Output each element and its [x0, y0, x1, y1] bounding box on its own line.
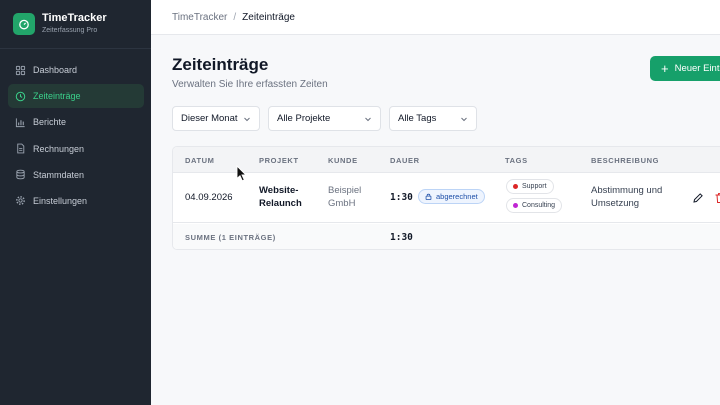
tags-filter-value: Alle Tags	[398, 113, 437, 124]
entry-project-line2: Relaunch	[259, 198, 302, 209]
table-footer: SUMME (1 EINTRÄGE) 1:30	[173, 224, 720, 249]
sidebar-item-berichte[interactable]: Berichte	[8, 110, 144, 134]
sidebar-item-zeiteintraege[interactable]: Zeiteinträge	[8, 84, 144, 109]
column-header-client[interactable]: KUNDE	[328, 156, 358, 165]
sidebar: TimeTracker Zeiterfassung Pro Dashboard …	[0, 0, 151, 405]
column-header-tags[interactable]: TAGS	[505, 156, 528, 165]
table-header: DATUM PROJEKT KUNDE DAUER TAGS BESCHREIB…	[173, 147, 720, 173]
sidebar-item-label: Berichte	[33, 117, 67, 128]
edit-pencil-icon[interactable]	[692, 192, 704, 204]
entry-client-line2: GmbH	[328, 198, 356, 209]
document-icon	[17, 143, 25, 154]
project-filter-select[interactable]: Alle Projekte	[268, 106, 381, 131]
entry-project-line1: Website-	[259, 185, 299, 196]
table-row[interactable]: 04.09.2026 Website- Relaunch Beispiel Gm…	[173, 173, 720, 223]
timer-logo-icon	[13, 12, 35, 35]
tag-label: Support	[522, 183, 547, 190]
new-entry-button[interactable]: + Neuer Eintr	[650, 56, 720, 81]
tag-consulting: Consulting	[506, 198, 563, 213]
bar-chart-icon	[15, 118, 25, 127]
breadcrumb-current: Zeiteinträge	[242, 11, 295, 23]
gear-icon	[16, 196, 25, 206]
entry-date: 04.09.2026	[185, 192, 233, 203]
sidebar-item-einstellungen[interactable]: Einstellungen	[8, 189, 144, 213]
brand[interactable]: TimeTracker Zeiterfassung Pro	[13, 12, 107, 35]
sidebar-item-stammdaten[interactable]: Stammdaten	[8, 163, 144, 187]
chevron-down-icon	[461, 117, 467, 121]
breadcrumb-separator: /	[233, 11, 237, 23]
breadcrumb-root-link[interactable]: TimeTracker	[172, 12, 227, 23]
dashboard-icon	[15, 65, 26, 75]
sidebar-item-label: Dashboard	[33, 65, 78, 75]
delete-trash-icon[interactable]	[714, 192, 720, 204]
tag-color-dot	[513, 203, 518, 208]
period-filter-value: Dieser Monat	[181, 113, 238, 124]
sidebar-nav: Dashboard Zeiteinträge Berichte Rechnung…	[8, 58, 144, 215]
project-filter-value: Alle Projekte	[277, 113, 331, 124]
mouse-cursor-icon	[236, 165, 248, 182]
period-filter-select[interactable]: Dieser Monat	[172, 106, 260, 131]
entry-description-line1: Abstimmung und	[591, 185, 663, 196]
new-entry-button-label: Neuer Eintr	[674, 63, 720, 74]
sidebar-item-label: Rechnungen	[33, 143, 85, 154]
sidebar-item-label: Stammdaten	[33, 169, 85, 180]
chevron-down-icon	[365, 117, 371, 121]
clock-icon	[15, 91, 26, 101]
time-entries-table: DATUM PROJEKT KUNDE DAUER TAGS BESCHREIB…	[172, 146, 720, 250]
sidebar-item-label: Zeiteinträge	[33, 91, 81, 102]
page-subtitle: Verwalten Sie Ihre erfassten Zeiten	[172, 79, 328, 90]
chevron-down-icon	[244, 117, 250, 121]
sum-total: 1:30	[390, 232, 413, 243]
breadcrumb: TimeTracker / Zeiteinträge	[151, 0, 720, 35]
lock-icon	[425, 193, 432, 200]
database-icon	[16, 169, 25, 180]
entry-client-line1: Beispiel	[328, 185, 362, 196]
brand-subtitle: Zeiterfassung Pro	[42, 27, 98, 34]
sidebar-item-rechnungen[interactable]: Rechnungen	[8, 137, 144, 161]
plus-icon: +	[661, 60, 669, 76]
page-title: Zeiteinträge	[172, 55, 269, 74]
column-header-duration[interactable]: DAUER	[390, 156, 420, 165]
entry-description-line2: Umsetzung	[591, 198, 640, 209]
sum-label: SUMME (1 EINTRÄGE)	[185, 233, 276, 242]
sidebar-divider	[0, 48, 151, 49]
column-header-description[interactable]: BESCHREIBUNG	[591, 156, 659, 165]
sidebar-item-label: Einstellungen	[33, 195, 88, 206]
tag-label: Consulting	[522, 202, 556, 209]
tag-support: Support	[506, 179, 554, 194]
column-header-date[interactable]: DATUM	[185, 156, 215, 165]
entry-duration: 1:30	[390, 192, 413, 203]
column-header-project[interactable]: PROJEKT	[259, 156, 299, 165]
sidebar-item-dashboard[interactable]: Dashboard	[8, 58, 144, 82]
brand-name: TimeTracker	[42, 12, 107, 24]
status-badge: abgerechnet	[418, 189, 485, 204]
tags-filter-select[interactable]: Alle Tags	[389, 106, 477, 131]
tag-color-dot	[513, 184, 518, 189]
status-badge-label: abgerechnet	[436, 192, 478, 201]
